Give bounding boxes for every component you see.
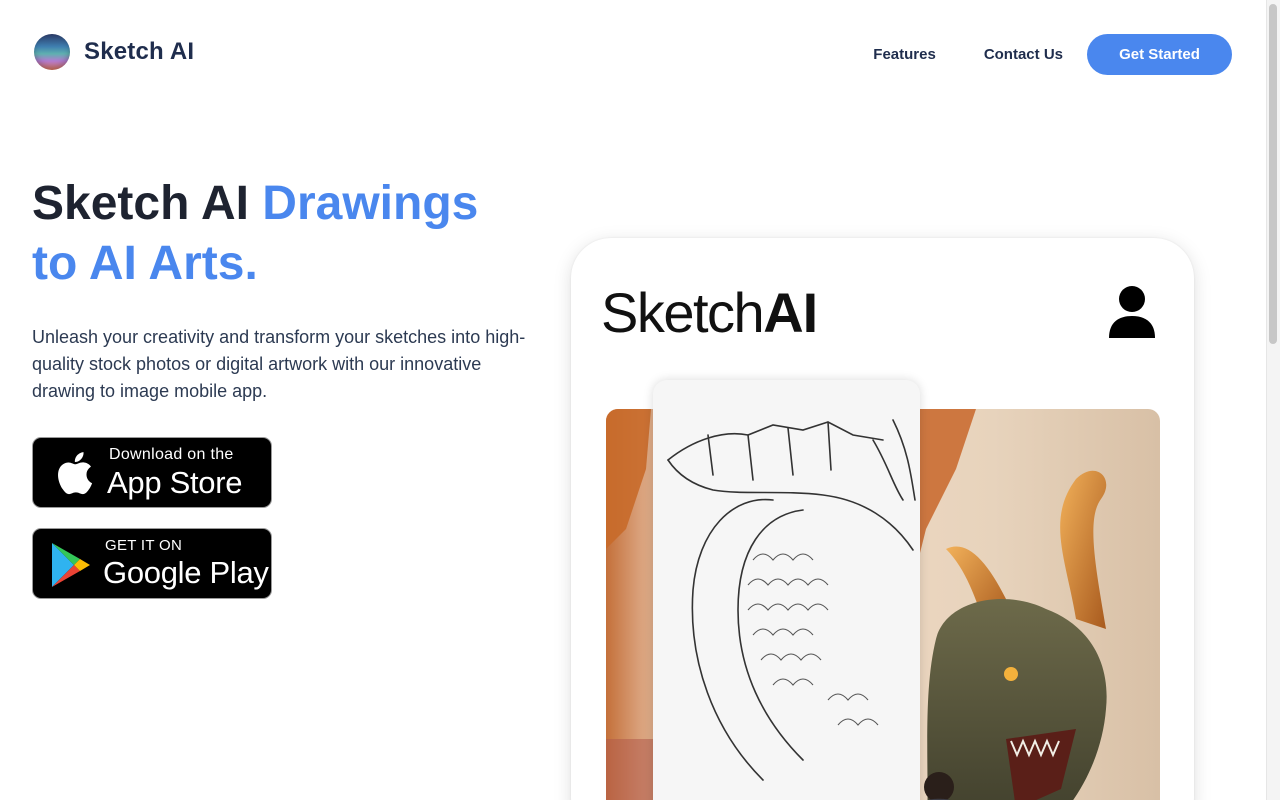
hero-title-main: Sketch AI <box>32 177 263 230</box>
google-play-icon <box>49 541 93 594</box>
app-store-big-text: App Store <box>107 465 243 500</box>
app-store-small-text: Download on the <box>109 446 234 463</box>
user-profile-icon[interactable] <box>1107 284 1157 345</box>
google-play-big-text: Google Play <box>103 555 269 590</box>
brand-name: Sketch AI <box>84 38 195 65</box>
app-logo: SketchAI <box>601 280 818 345</box>
google-play-badge[interactable]: GET IT ON Google Play <box>32 528 272 599</box>
brand-logo-icon <box>34 34 70 70</box>
hero-description: Unleash your creativity and transform yo… <box>32 327 526 401</box>
main-nav: Features Contact Us Get Started <box>873 34 1232 75</box>
site-header: Sketch AI Features Contact Us Get Starte… <box>0 0 1266 110</box>
page-scrollbar[interactable] <box>1266 0 1280 800</box>
page: Sketch AI Features Contact Us Get Starte… <box>0 0 1280 800</box>
nav-link-features[interactable]: Features <box>873 46 936 63</box>
get-started-button[interactable]: Get Started <box>1087 34 1232 75</box>
apple-icon <box>51 448 95 503</box>
scrollbar-thumb[interactable] <box>1269 4 1277 344</box>
nav-link-contact[interactable]: Contact Us <box>984 46 1063 63</box>
hero-title: Sketch AI Drawings to AI Arts. <box>32 174 532 294</box>
app-logo-bold: AI <box>763 281 818 344</box>
app-logo-light: Sketch <box>601 281 765 344</box>
app-store-badge[interactable]: Download on the App Store <box>32 437 272 508</box>
dragon-sketch <box>667 419 916 781</box>
brand[interactable]: Sketch AI <box>34 34 194 70</box>
sketch-drawing-card <box>653 380 920 800</box>
google-play-small-text: GET IT ON <box>105 537 183 554</box>
